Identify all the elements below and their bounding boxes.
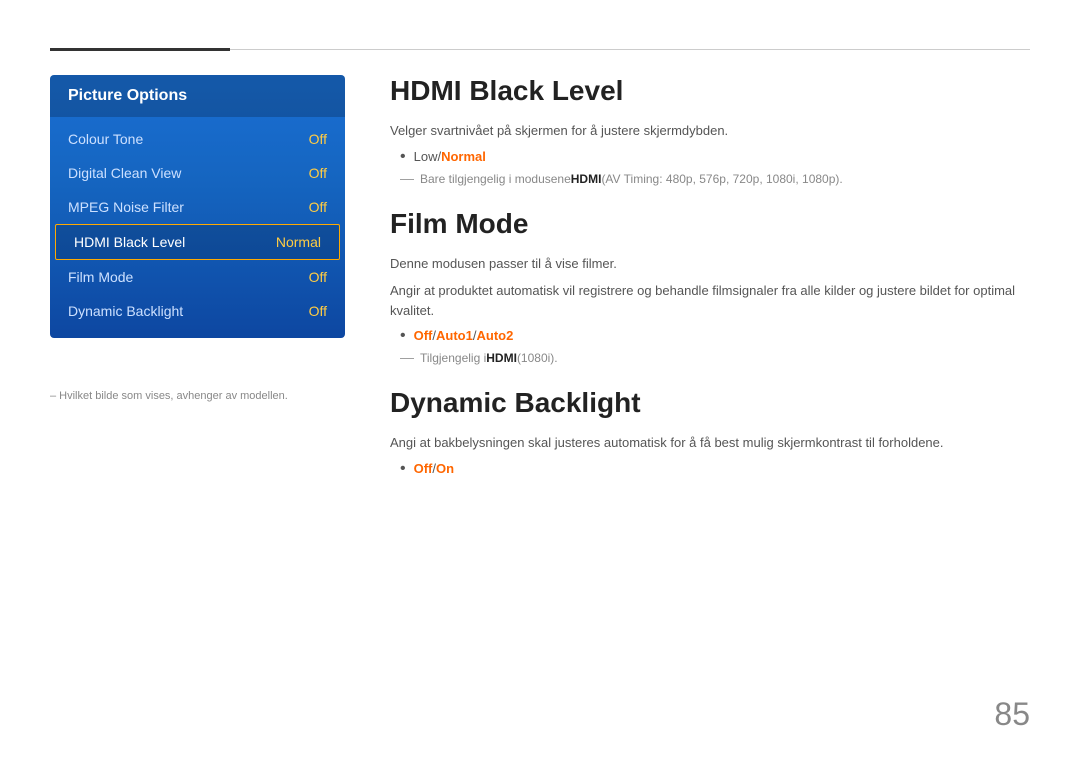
- hdmi-black-level-section: HDMI Black Level Velger svartnivået på s…: [390, 75, 1030, 186]
- film-option-auto1: Auto1: [436, 328, 473, 343]
- menu-item-colour-tone[interactable]: Colour Tone Off: [50, 122, 345, 156]
- film-mode-note: — Tilgjengelig i HDMI (1080i).: [390, 349, 1030, 365]
- bullet-dot-hdmi: •: [400, 149, 406, 165]
- film-option-auto2: Auto2: [476, 328, 513, 343]
- hdmi-note-prefix: Bare tilgjengelig i modusene: [420, 172, 571, 186]
- bullet-dot-dynamic: •: [400, 461, 406, 477]
- menu-item-digital-clean-view[interactable]: Digital Clean View Off: [50, 156, 345, 190]
- film-note-suffix: (1080i).: [517, 351, 558, 365]
- film-mode-options: • Off / Auto1 / Auto2: [390, 328, 1030, 344]
- film-mode-desc2: Angir at produktet automatisk vil regist…: [390, 281, 1030, 320]
- menu-value-mpeg-noise-filter: Off: [309, 199, 327, 215]
- menu-item-dynamic-backlight[interactable]: Dynamic Backlight Off: [50, 294, 345, 328]
- film-note-hdmi: HDMI: [486, 351, 517, 365]
- dynamic-option-on: On: [436, 461, 454, 476]
- hdmi-note-suffix: (AV Timing: 480p, 576p, 720p, 1080i, 108…: [601, 172, 842, 186]
- film-mode-title: Film Mode: [390, 208, 1030, 240]
- hdmi-option-low: Low: [414, 149, 438, 164]
- menu-item-mpeg-noise-filter[interactable]: MPEG Noise Filter Off: [50, 190, 345, 224]
- menu-value-dynamic-backlight: Off: [309, 303, 327, 319]
- menu-value-hdmi-black-level: Normal: [276, 234, 321, 250]
- hdmi-option-normal: Normal: [441, 149, 486, 164]
- menu-item-hdmi-black-level[interactable]: HDMI Black Level Normal: [55, 224, 340, 260]
- dynamic-backlight-desc: Angi at bakbelysningen skal justeres aut…: [390, 433, 1030, 453]
- right-content-area: HDMI Black Level Velger svartnivået på s…: [390, 75, 1030, 482]
- dynamic-backlight-title: Dynamic Backlight: [390, 387, 1030, 419]
- menu-value-digital-clean-view: Off: [309, 165, 327, 181]
- film-note-dash: —: [400, 349, 414, 365]
- hdmi-note-hdmi: HDMI: [571, 172, 602, 186]
- hdmi-black-level-title: HDMI Black Level: [390, 75, 1030, 107]
- hdmi-black-level-note: — Bare tilgjengelig i modusene HDMI (AV …: [390, 170, 1030, 186]
- hdmi-black-level-options: • Low / Normal: [390, 149, 1030, 165]
- menu-label-digital-clean-view: Digital Clean View: [68, 165, 181, 181]
- film-mode-desc1: Denne modusen passer til å vise filmer.: [390, 254, 1030, 274]
- film-option-off: Off: [414, 328, 433, 343]
- panel-title: Picture Options: [50, 75, 345, 117]
- light-line: [230, 49, 1030, 50]
- menu-label-colour-tone: Colour Tone: [68, 131, 143, 147]
- page-number: 85: [994, 696, 1030, 733]
- hdmi-black-level-desc: Velger svartnivået på skjermen for å jus…: [390, 121, 1030, 141]
- dark-line: [50, 48, 230, 51]
- note-dash: —: [400, 170, 414, 186]
- film-note-prefix: Tilgjengelig i: [420, 351, 486, 365]
- picture-options-panel: Picture Options Colour Tone Off Digital …: [50, 75, 345, 338]
- dynamic-option-off: Off: [414, 461, 433, 476]
- menu-value-colour-tone: Off: [309, 131, 327, 147]
- menu-label-mpeg-noise-filter: MPEG Noise Filter: [68, 199, 184, 215]
- dynamic-backlight-options: • Off / On: [390, 461, 1030, 477]
- menu-label-film-mode: Film Mode: [68, 269, 133, 285]
- top-decorative-lines: [50, 48, 1030, 51]
- menu-value-film-mode: Off: [309, 269, 327, 285]
- menu-label-dynamic-backlight: Dynamic Backlight: [68, 303, 183, 319]
- bullet-dot-film: •: [400, 328, 406, 344]
- left-panel-footer-note: – Hvilket bilde som vises, avhenger av m…: [50, 390, 288, 402]
- menu-label-hdmi-black-level: HDMI Black Level: [74, 234, 185, 250]
- dynamic-backlight-section: Dynamic Backlight Angi at bakbelysningen…: [390, 387, 1030, 477]
- film-mode-section: Film Mode Denne modusen passer til å vis…: [390, 208, 1030, 366]
- menu-item-film-mode[interactable]: Film Mode Off: [50, 260, 345, 294]
